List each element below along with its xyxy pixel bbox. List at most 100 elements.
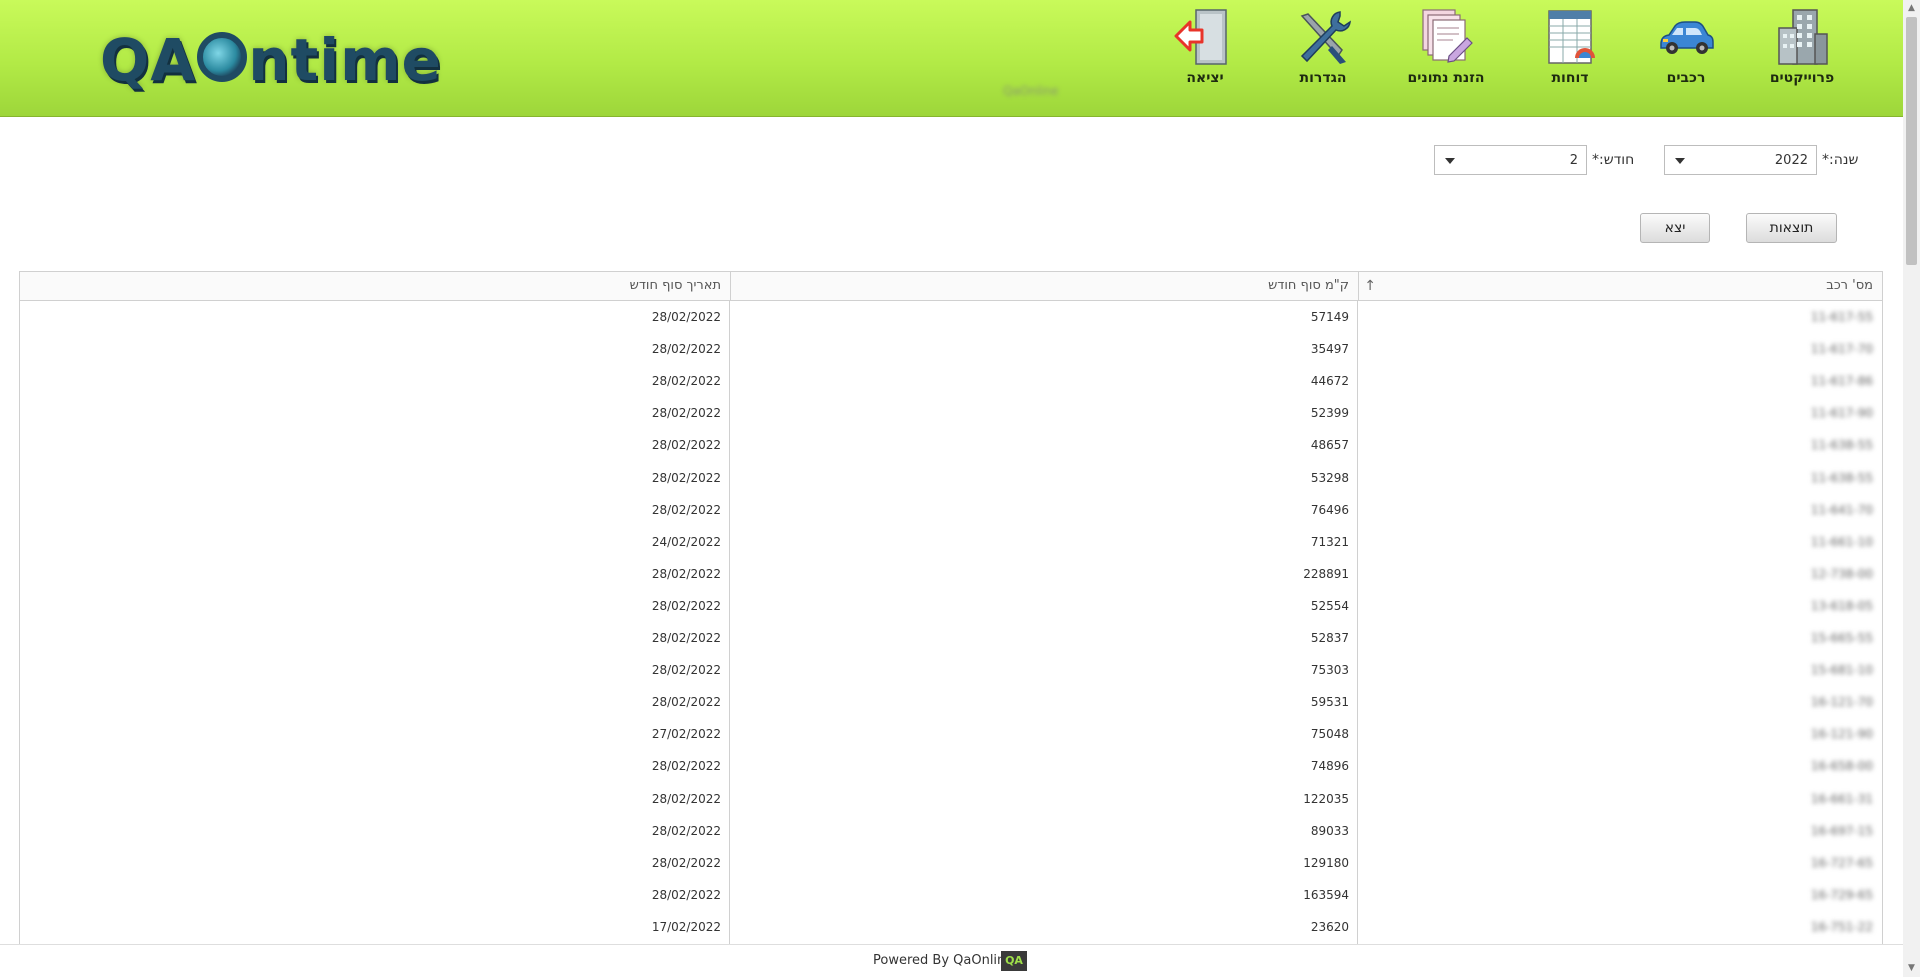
globe-icon [197, 32, 248, 82]
cell-date: 28/02/2022 [651, 663, 721, 678]
cell-date: 28/02/2022 [651, 598, 721, 613]
cell-vehicle-no: 16-697-15 [1810, 823, 1873, 838]
cell-km: 57149 [1310, 310, 1349, 324]
table-row[interactable]: 11-638-55 48657 28/02/2022 [20, 429, 1882, 461]
column-header-km[interactable]: ק"מ סוף חודש [730, 272, 1358, 300]
cell-date: 28/02/2022 [651, 631, 721, 645]
cell-vehicle-no: 13-618-05 [1810, 598, 1873, 613]
table-row[interactable]: 11-617-90 52399 28/02/2022 [20, 397, 1882, 429]
cell-date: 28/02/2022 [651, 695, 721, 710]
results-button[interactable]: תוצאות [1746, 213, 1837, 243]
vehicle-km-grid: מס' רכב ↑ ק"מ סוף חודש תאריך סוף חודש 11… [19, 271, 1883, 945]
cell-km: 129180 [1303, 855, 1349, 870]
month-select[interactable]: 2 [1434, 145, 1587, 175]
cell-km: 74896 [1310, 759, 1349, 774]
sort-arrow-icon[interactable]: ↑ [1364, 278, 1376, 294]
cell-date: 28/02/2022 [651, 823, 721, 838]
cell-date: 28/02/2022 [651, 374, 721, 389]
column-header-km-label: ק"מ סוף חודש [1268, 278, 1349, 293]
cell-vehicle-no: 11-661-10 [1810, 534, 1873, 549]
cell-date: 28/02/2022 [651, 310, 721, 324]
table-row[interactable]: 11-617-55 57149 28/02/2022 [20, 301, 1882, 333]
table-row[interactable]: 11-661-10 71321 24/02/2022 [20, 526, 1882, 558]
scroll-down-icon[interactable]: ▼ [1903, 960, 1920, 977]
cell-date: 28/02/2022 [651, 566, 721, 581]
page-scrollbar[interactable]: ▲ ▼ [1903, 0, 1920, 977]
table-row[interactable]: 16-751-22 23620 17/02/2022 [20, 911, 1882, 943]
cell-vehicle-no: 11-638-55 [1810, 438, 1873, 453]
grid-header: מס' רכב ↑ ק"מ סוף חודש תאריך סוף חודש [20, 272, 1882, 301]
cell-vehicle-no: 16-121-90 [1810, 727, 1873, 742]
month-label: חודש:* [1592, 152, 1635, 168]
cell-km: 228891 [1303, 566, 1349, 581]
cell-vehicle-no: 16-727-65 [1810, 855, 1873, 870]
grid-body: 11-617-55 57149 28/02/2022 11-617-70 35497 28… [20, 301, 1882, 944]
table-row[interactable]: 15-665-55 52837 28/02/2022 [20, 622, 1882, 654]
cell-date: 28/02/2022 [651, 438, 721, 453]
year-select[interactable]: 2022 [1664, 145, 1817, 175]
nav-data-entry[interactable]: הזנת נתונים [1396, 6, 1496, 86]
table-row[interactable]: 16-661-31 122035 28/02/2022 [20, 783, 1882, 815]
tools-icon [1300, 11, 1351, 64]
powered-by-text: Powered By QaOnline [873, 953, 1014, 968]
table-row[interactable]: 11-617-86 44672 28/02/2022 [20, 365, 1882, 397]
scrollbar-thumb[interactable] [1906, 17, 1917, 265]
nav-vehicles[interactable]: רכבים [1636, 6, 1736, 86]
cell-km: 35497 [1310, 342, 1349, 357]
nav-reports-label: דוחות [1551, 70, 1589, 86]
table-row[interactable]: 11-617-70 35497 28/02/2022 [20, 333, 1882, 365]
table-row[interactable]: 16-729-65 163594 28/02/2022 [20, 879, 1882, 911]
logo-text-prefix: QA [100, 26, 197, 94]
table-row[interactable]: 11-638-55 53298 28/02/2022 [20, 462, 1882, 494]
cell-km: 76496 [1310, 502, 1349, 517]
column-header-vehicle-no[interactable]: מס' רכב [1358, 272, 1882, 300]
nav-reports[interactable]: דוחות [1520, 6, 1620, 86]
table-row[interactable]: 11-641-70 76496 28/02/2022 [20, 494, 1882, 526]
scroll-up-icon[interactable]: ▲ [1903, 0, 1920, 17]
cell-km: 71321 [1310, 534, 1349, 549]
table-row[interactable]: 16-658-00 74896 28/02/2022 [20, 750, 1882, 782]
cell-date: 17/02/2022 [651, 919, 721, 934]
car-icon [1660, 21, 1714, 54]
nav-logout-label: יציאה [1186, 70, 1224, 86]
top-header: QA ntime QaOnline פרוייקטים רכבים דוחות … [0, 0, 1903, 117]
cell-date: 28/02/2022 [651, 342, 721, 357]
cell-km: 52554 [1310, 598, 1349, 613]
spreadsheet-icon [1548, 10, 1595, 64]
table-row[interactable]: 12-738-00 228891 28/02/2022 [20, 558, 1882, 590]
cell-vehicle-no: 11-617-86 [1810, 374, 1873, 389]
column-header-date-label: תאריך סוף חודש [629, 278, 721, 293]
cell-vehicle-no: 11-638-55 [1810, 470, 1873, 485]
cell-km: 163594 [1303, 887, 1349, 902]
nav-logout[interactable]: יציאה [1155, 6, 1255, 86]
column-header-date[interactable]: תאריך סוף חודש [20, 272, 730, 300]
table-row[interactable]: 16-121-70 59531 28/02/2022 [20, 686, 1882, 718]
app-logo[interactable]: QA ntime [100, 26, 442, 96]
cell-vehicle-no: 11-617-70 [1810, 342, 1873, 357]
cell-km: 75303 [1310, 663, 1349, 678]
export-button[interactable]: יצא [1640, 213, 1710, 243]
cell-vehicle-no: 15-665-55 [1810, 631, 1873, 645]
cell-date: 27/02/2022 [651, 727, 721, 742]
nav-projects[interactable]: פרוייקטים [1752, 6, 1852, 86]
month-select-value: 2 [1569, 153, 1578, 168]
nav-projects-label: פרוייקטים [1769, 70, 1835, 86]
nav-settings[interactable]: הגדרות [1273, 6, 1373, 86]
table-row[interactable]: 16-727-65 129180 28/02/2022 [20, 847, 1882, 879]
cell-vehicle-no: 15-681-10 [1810, 663, 1873, 678]
cell-vehicle-no: 16-729-65 [1810, 887, 1873, 902]
table-row[interactable]: 16-697-15 89033 28/02/2022 [20, 815, 1882, 847]
table-row[interactable]: 15-681-10 75303 28/02/2022 [20, 654, 1882, 686]
cell-date: 28/02/2022 [651, 887, 721, 902]
documents-pencil-icon [1422, 9, 1473, 63]
exit-door-icon [1174, 9, 1227, 65]
cell-km: 44672 [1310, 374, 1349, 389]
buildings-icon [1778, 9, 1828, 65]
qaonline-logo[interactable]: QA [1001, 951, 1027, 971]
header-subtitle: QaOnline [1003, 84, 1059, 98]
table-row[interactable]: 16-121-90 75048 27/02/2022 [20, 718, 1882, 750]
table-row[interactable]: 13-618-05 52554 28/02/2022 [20, 590, 1882, 622]
column-header-vehicle-no-label: מס' רכב [1826, 278, 1873, 293]
cell-km: 89033 [1310, 823, 1349, 838]
cell-km: 53298 [1310, 470, 1349, 485]
